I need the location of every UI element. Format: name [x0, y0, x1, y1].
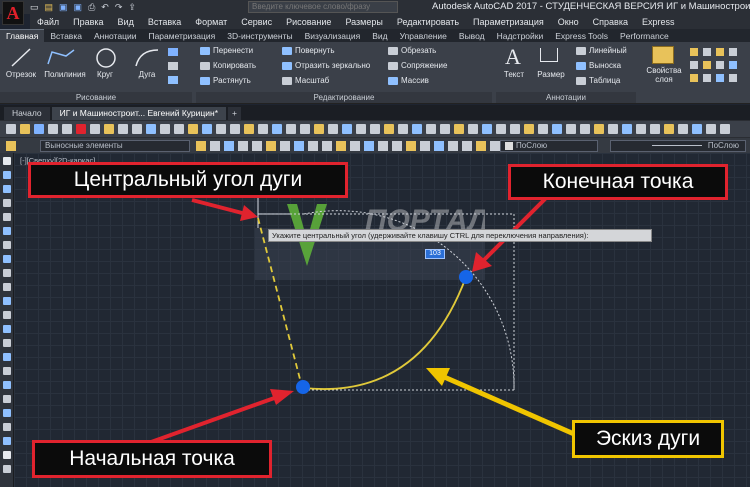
cad-geometry: [139, 194, 576, 448]
angle-input[interactable]: 103: [425, 249, 445, 259]
callout-end-point: Конечная точка: [508, 164, 728, 200]
start-point-marker[interactable]: [296, 380, 310, 394]
callout-central-angle: Центральный угол дуги: [28, 162, 348, 198]
arrowhead-central-angle: [240, 205, 258, 221]
arrowhead-start-point: [270, 389, 294, 405]
arrow-central-angle: [191, 198, 247, 216]
callout-arc-sketch: Эскиз дуги: [572, 420, 724, 458]
radius-line: [257, 217, 302, 384]
arrow-start-point: [139, 394, 281, 448]
end-point-marker[interactable]: [459, 270, 473, 284]
callout-start-point: Начальная точка: [32, 440, 272, 478]
command-prompt-tooltip: Укажите центральный угол (удерживайте кл…: [268, 229, 652, 242]
arrow-arc-sketch: [440, 373, 576, 437]
